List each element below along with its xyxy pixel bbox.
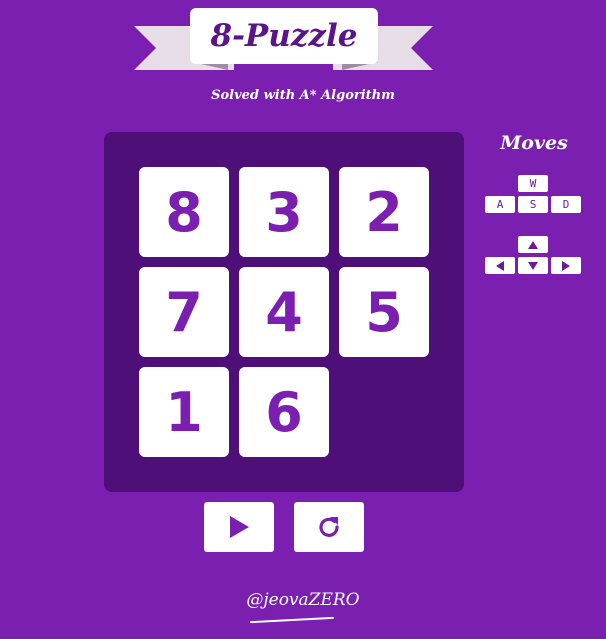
play-icon: [230, 516, 249, 538]
key-d[interactable]: D: [551, 196, 581, 213]
play-button[interactable]: [204, 502, 274, 552]
tile-1[interactable]: 1: [139, 367, 229, 457]
author-credit[interactable]: @jeovaZERO: [0, 590, 606, 610]
key-arrow-down[interactable]: [518, 257, 548, 274]
key-a[interactable]: A: [485, 196, 515, 213]
tile-2[interactable]: 2: [339, 167, 429, 257]
arrow-right-icon: [562, 260, 570, 271]
key-w[interactable]: W: [518, 175, 548, 192]
tile-5[interactable]: 5: [339, 267, 429, 357]
arrow-left-icon: [496, 260, 504, 271]
refresh-icon: [319, 517, 339, 537]
tile-3[interactable]: 3: [239, 167, 329, 257]
tile-4[interactable]: 4: [239, 267, 329, 357]
title-banner: 8-Puzzle: [190, 8, 378, 64]
reset-button[interactable]: [294, 502, 364, 552]
key-arrow-right[interactable]: [551, 257, 581, 274]
moves-label: Moves: [500, 132, 568, 154]
tile-8[interactable]: 8: [139, 167, 229, 257]
puzzle-board: 8 3 2 7 4 5 1 6: [104, 132, 464, 492]
arrow-down-icon: [528, 261, 538, 270]
key-s[interactable]: S: [518, 196, 548, 213]
key-arrow-up[interactable]: [518, 236, 548, 253]
tile-7[interactable]: 7: [139, 267, 229, 357]
tile-6[interactable]: 6: [239, 367, 329, 457]
key-arrow-left[interactable]: [485, 257, 515, 274]
page-title: 8-Puzzle: [210, 18, 358, 54]
page-subtitle: Solved with A* Algorithm: [211, 88, 395, 103]
credit-underline: [250, 616, 334, 624]
arrow-up-icon: [528, 240, 538, 249]
